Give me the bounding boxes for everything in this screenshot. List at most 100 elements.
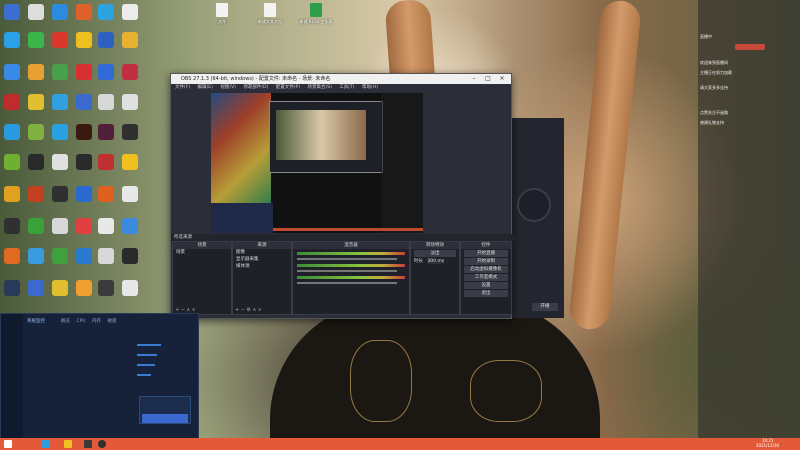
start-streaming-button[interactable]: 开始直播 [464,250,508,257]
monitor-tab[interactable]: 磁盘 [107,319,116,324]
app-icon[interactable] [98,186,114,202]
app-icon[interactable] [76,280,92,296]
taskbar-app-icon[interactable] [84,440,92,448]
monitor-tab[interactable]: 概览 [61,319,70,324]
app-icon[interactable] [28,280,44,296]
app-icon[interactable] [76,186,92,202]
minimize-icon[interactable]: – [467,74,481,84]
app-icon[interactable] [76,94,92,110]
start-icon[interactable] [4,440,12,448]
app-icon[interactable] [122,154,138,170]
virtual-camera-button[interactable]: 启动虚拟摄像机 [464,266,508,273]
scene-item[interactable]: 场景 [173,249,231,256]
app-icon[interactable] [28,154,44,170]
streaming-app-circle[interactable] [517,188,551,222]
maximize-icon[interactable]: □ [481,74,495,84]
app-icon[interactable] [4,4,20,20]
close-icon[interactable]: × [495,74,509,84]
transition-select[interactable]: 淡出 [414,250,456,257]
file-icon[interactable] [310,3,322,17]
app-icon[interactable] [122,218,138,234]
app-icon[interactable] [76,4,92,20]
monitor-window[interactable]: 系统监控 概览 CPU 内存 磁盘 [0,313,199,441]
app-icon[interactable] [76,154,92,170]
source-item[interactable]: 显示器采集 [233,256,291,263]
app-icon[interactable] [28,64,44,80]
menu-edit[interactable]: 编辑(E) [198,85,213,90]
app-icon[interactable] [52,248,68,264]
app-icon[interactable] [52,32,68,48]
duration-input[interactable]: 300 ms [427,259,445,264]
app-icon[interactable] [98,32,114,48]
desktop-file-label[interactable]: 新建文本文档 [253,19,287,24]
app-icon[interactable] [122,280,138,296]
app-icon[interactable] [76,32,92,48]
app-icon[interactable] [52,4,68,20]
volume-slider[interactable] [297,270,397,272]
desktop-file-label[interactable]: 文件 [205,19,239,24]
file-icon[interactable] [216,3,228,17]
app-icon[interactable] [52,218,68,234]
source-item[interactable]: 媒体源 [233,263,291,270]
app-icon[interactable] [98,4,114,20]
menu-view[interactable]: 视图(V) [220,85,236,90]
app-icon[interactable] [4,32,20,48]
source-item[interactable]: 图像 [233,249,291,256]
app-icon[interactable] [122,4,138,20]
app-icon[interactable] [122,94,138,110]
app-icon[interactable] [28,124,44,140]
volume-slider[interactable] [297,258,397,260]
start-live-button[interactable]: 开播 [532,303,558,311]
app-icon[interactable] [4,248,20,264]
menu-profile[interactable]: 配置文件(P) [276,85,300,90]
app-icon[interactable] [76,64,92,80]
app-icon[interactable] [76,248,92,264]
app-icon[interactable] [4,64,20,80]
app-icon[interactable] [28,186,44,202]
app-icon[interactable] [4,154,20,170]
app-icon[interactable] [52,124,68,140]
app-icon[interactable] [4,280,20,296]
desktop-file-label[interactable]: 新建 XLSX 工作表 [299,19,333,24]
monitor-tab[interactable]: CPU [76,319,85,324]
app-icon[interactable] [28,4,44,20]
taskbar-app-icon[interactable] [64,440,72,448]
app-icon[interactable] [122,248,138,264]
app-icon[interactable] [52,280,68,296]
app-icon[interactable] [98,64,114,80]
app-icon[interactable] [52,154,68,170]
app-icon[interactable] [98,154,114,170]
taskbar-app-icon[interactable] [42,440,50,448]
app-icon[interactable] [122,186,138,202]
volume-slider[interactable] [297,282,397,284]
app-icon[interactable] [52,186,68,202]
app-icon[interactable] [28,94,44,110]
app-icon[interactable] [4,94,20,110]
app-icon[interactable] [4,124,20,140]
app-icon[interactable] [76,124,92,140]
app-icon[interactable] [52,64,68,80]
start-recording-button[interactable]: 开始录制 [464,258,508,265]
menu-scene-collection[interactable]: 场景集合(S) [307,85,331,90]
app-icon[interactable] [122,64,138,80]
app-icon[interactable] [28,248,44,264]
exit-button[interactable]: 退出 [464,290,508,297]
obs-window[interactable]: OBS 27.1.3 (64-bit, windows) - 配置文件: 未命名… [170,73,514,319]
menu-file[interactable]: 文件(F) [175,85,190,90]
taskbar-app-icon[interactable] [98,440,106,448]
app-icon[interactable] [98,94,114,110]
menu-docks[interactable]: 停靠部件(D) [243,85,268,90]
app-icon[interactable] [4,186,20,202]
app-icon[interactable] [98,248,114,264]
app-icon[interactable] [98,218,114,234]
monitor-tab[interactable]: 内存 [92,319,101,324]
app-icon[interactable] [4,218,20,234]
studio-mode-button[interactable]: 工作室模式 [464,274,508,281]
app-icon[interactable] [28,218,44,234]
settings-button[interactable]: 设置 [464,282,508,289]
app-icon[interactable] [52,94,68,110]
obs-preview[interactable] [211,93,423,233]
app-icon[interactable] [28,32,44,48]
obs-title-bar[interactable]: OBS 27.1.3 (64-bit, windows) - 配置文件: 未命名… [171,74,511,84]
app-icon[interactable] [122,124,138,140]
